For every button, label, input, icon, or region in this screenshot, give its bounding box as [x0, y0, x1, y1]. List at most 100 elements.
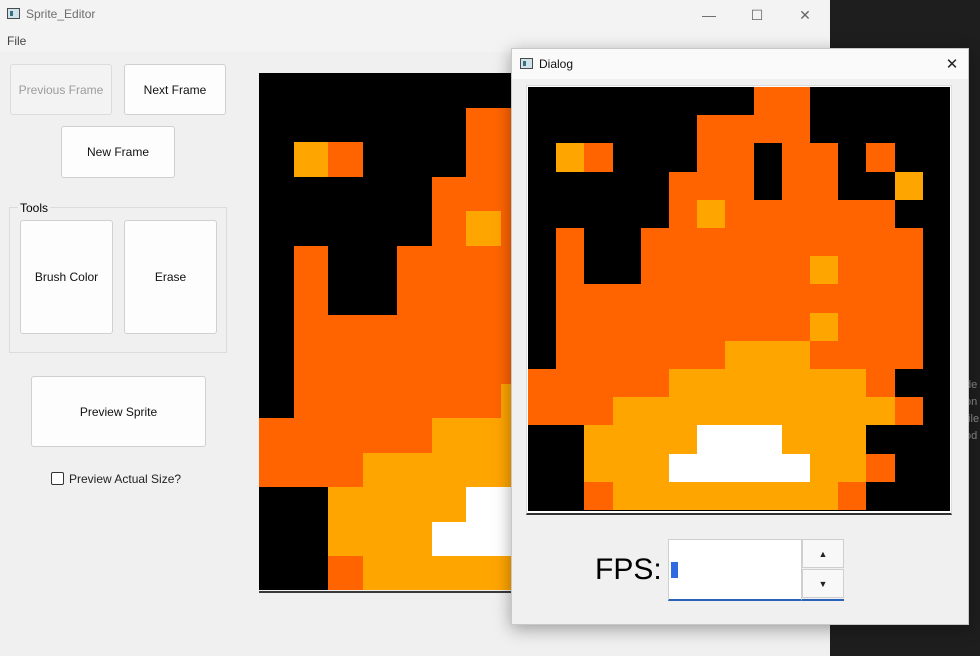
window-title: Sprite_Editor: [26, 7, 96, 21]
sprite-pixel: [466, 107, 501, 142]
sprite-pixel: [466, 142, 501, 177]
sprite-pixel: [810, 481, 839, 510]
sprite-pixel: [556, 397, 585, 426]
sprite-pixel: [556, 256, 585, 285]
sprite-pixel: [753, 87, 782, 116]
sprite-pixel: [810, 171, 839, 200]
sprite-pixel: [838, 453, 867, 482]
sprite-pixel: [725, 453, 754, 482]
sprite-pixel: [810, 425, 839, 454]
sprite-pixel: [584, 425, 613, 454]
erase-button[interactable]: Erase: [124, 220, 217, 334]
sprite-pixel: [838, 284, 867, 313]
sprite-pixel: [640, 256, 669, 285]
sprite-pixel: [781, 453, 810, 482]
main-titlebar[interactable]: Sprite_Editor — ☐ ✕: [0, 0, 830, 30]
sprite-pixel: [640, 340, 669, 369]
sprite-pixel: [697, 171, 726, 200]
sprite-pixel: [466, 245, 501, 280]
dialog-titlebar[interactable]: Dialog ✕: [512, 49, 968, 79]
preview-sprite-button[interactable]: Preview Sprite: [31, 376, 206, 447]
sprite-pixel: [293, 142, 328, 177]
minimize-icon[interactable]: —: [686, 0, 732, 30]
sprite-pixel: [293, 418, 328, 453]
sprite-pixel: [466, 556, 501, 590]
sprite-pixel: [466, 487, 501, 522]
preview-actual-size-checkbox[interactable]: [51, 472, 64, 485]
sprite-pixel: [362, 418, 397, 453]
new-frame-button[interactable]: New Frame: [61, 126, 175, 178]
sprite-pixel: [397, 349, 432, 384]
sprite-pixel: [781, 397, 810, 426]
spin-down-icon[interactable]: ▼: [802, 569, 844, 598]
sprite-pixel: [466, 176, 501, 211]
sprite-pixel: [753, 369, 782, 398]
sprite-pixel: [584, 312, 613, 341]
sprite-pixel: [466, 349, 501, 384]
close-icon[interactable]: ✕: [782, 0, 828, 30]
sprite-pixel: [669, 453, 698, 482]
sprite-pixel: [838, 228, 867, 257]
sprite-pixel: [328, 418, 363, 453]
sprite-pixel: [697, 115, 726, 144]
sprite-pixel: [612, 284, 641, 313]
sprite-pixel: [725, 340, 754, 369]
sprite-pixel: [466, 280, 501, 315]
sprite-pixel: [697, 199, 726, 228]
brush-color-button[interactable]: Brush Color: [20, 220, 113, 334]
previous-frame-button[interactable]: Previous Frame: [10, 64, 112, 115]
sprite-pixel: [431, 245, 466, 280]
sprite-pixel: [669, 397, 698, 426]
next-frame-button[interactable]: Next Frame: [124, 64, 226, 115]
sprite-pixel: [584, 453, 613, 482]
sprite-pixel: [810, 143, 839, 172]
sprite-pixel: [725, 284, 754, 313]
sprite-pixel: [669, 481, 698, 510]
sprite-pixel: [397, 521, 432, 556]
tools-group-label: Tools: [18, 201, 51, 215]
sprite-pixel: [293, 280, 328, 315]
sprite-pixel: [838, 199, 867, 228]
sprite-pixel: [397, 452, 432, 487]
sprite-pixel: [697, 228, 726, 257]
sprite-pixel: [725, 256, 754, 285]
sprite-pixel: [328, 383, 363, 418]
sprite-pixel: [697, 312, 726, 341]
sprite-pixel: [669, 369, 698, 398]
menu-file[interactable]: File: [7, 34, 26, 48]
preview-actual-size-label[interactable]: Preview Actual Size?: [69, 472, 181, 486]
sprite-pixel: [838, 425, 867, 454]
sprite-pixel: [397, 314, 432, 349]
sprite-pixel: [466, 211, 501, 246]
close-icon[interactable]: ✕: [940, 52, 964, 76]
sprite-pixel: [612, 453, 641, 482]
sprite-pixel: [697, 425, 726, 454]
sprite-pixel: [640, 369, 669, 398]
sprite-pixel: [431, 314, 466, 349]
sprite-pixel: [397, 556, 432, 590]
sprite-pixel: [669, 256, 698, 285]
fps-spinbox-input[interactable]: [668, 539, 802, 601]
sprite-pixel: [894, 228, 923, 257]
sprite-pixel: [725, 199, 754, 228]
sprite-pixel: [669, 171, 698, 200]
spin-up-icon[interactable]: ▲: [802, 539, 844, 568]
sprite-pixel: [781, 481, 810, 510]
sprite-pixel: [725, 425, 754, 454]
sprite-pixel: [293, 452, 328, 487]
sprite-pixel: [556, 312, 585, 341]
sprite-pixel: [781, 312, 810, 341]
sprite-pixel: [725, 312, 754, 341]
sprite-pixel: [431, 487, 466, 522]
sprite-pixel: [328, 487, 363, 522]
app-icon: [7, 8, 20, 19]
sprite-pixel: [725, 397, 754, 426]
sprite-pixel: [556, 228, 585, 257]
maximize-icon[interactable]: ☐: [734, 0, 780, 30]
sprite-pixel: [781, 87, 810, 116]
sprite-pixel: [397, 487, 432, 522]
sprite-pixel: [669, 228, 698, 257]
sprite-pixel: [781, 425, 810, 454]
sprite-pixel: [838, 340, 867, 369]
sprite-pixel: [810, 199, 839, 228]
